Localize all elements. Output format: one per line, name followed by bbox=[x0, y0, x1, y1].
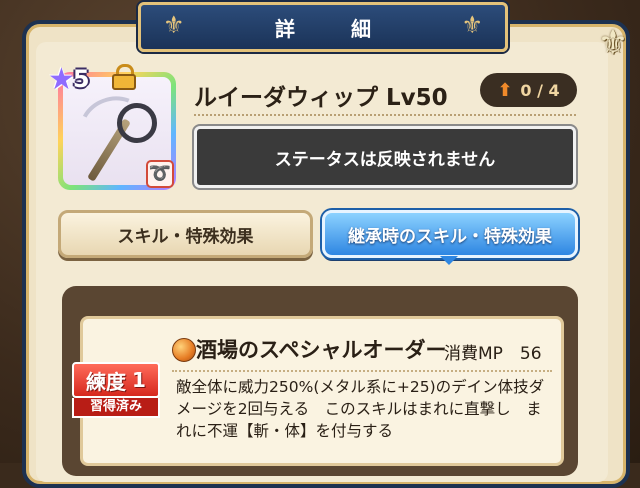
fleur-corner-icon: ⚜ bbox=[597, 23, 629, 63]
active-tab-pointer bbox=[440, 256, 458, 265]
up-arrow-icon: ⬆ bbox=[497, 79, 513, 101]
rank-label: 練度 bbox=[86, 369, 127, 394]
divider bbox=[194, 114, 576, 116]
rank-badge: 練度 1 習得済み bbox=[72, 362, 160, 418]
skill-description: 敵全体に威力250%(メタル系に+25)のデイン体技ダメージを2回与える このス… bbox=[176, 378, 545, 440]
skill-mp-cost: 消費MP 56 bbox=[444, 344, 542, 364]
whip-type-icon: ➰ bbox=[146, 160, 174, 188]
title-bar: ⚜ 詳 細 ⚜ bbox=[138, 2, 508, 52]
star-icon: ★ bbox=[48, 61, 75, 97]
weapon-name: ルイーダウィップ Lv50 bbox=[194, 85, 448, 111]
fleur-right-icon: ⚜ bbox=[461, 11, 483, 39]
page-title: 詳 細 bbox=[275, 16, 389, 41]
rank-status: 習得済み bbox=[72, 398, 160, 418]
tab-skills-effects[interactable]: スキル・特殊効果 bbox=[58, 210, 313, 258]
whip-ring bbox=[117, 103, 157, 143]
skill-name: 酒場のスペシャルオーダー bbox=[196, 338, 447, 362]
rarity-value: 5 bbox=[72, 65, 90, 93]
status-notice: ステータスは反映されません bbox=[194, 126, 576, 188]
fleur-left-icon: ⚜ bbox=[163, 11, 185, 39]
lock-icon[interactable] bbox=[112, 64, 136, 90]
rank-value: 1 bbox=[132, 368, 146, 392]
tab-inherit-skills-effects[interactable]: 継承時のスキル・特殊効果 bbox=[322, 210, 578, 258]
skill-orb-icon bbox=[172, 338, 196, 362]
rarity-badge: ★ 5 bbox=[48, 61, 104, 97]
upgrade-count: 0 / 4 bbox=[520, 80, 560, 100]
upgrade-badge: ⬆ 0 / 4 bbox=[480, 73, 577, 107]
skill-divider bbox=[172, 370, 552, 372]
